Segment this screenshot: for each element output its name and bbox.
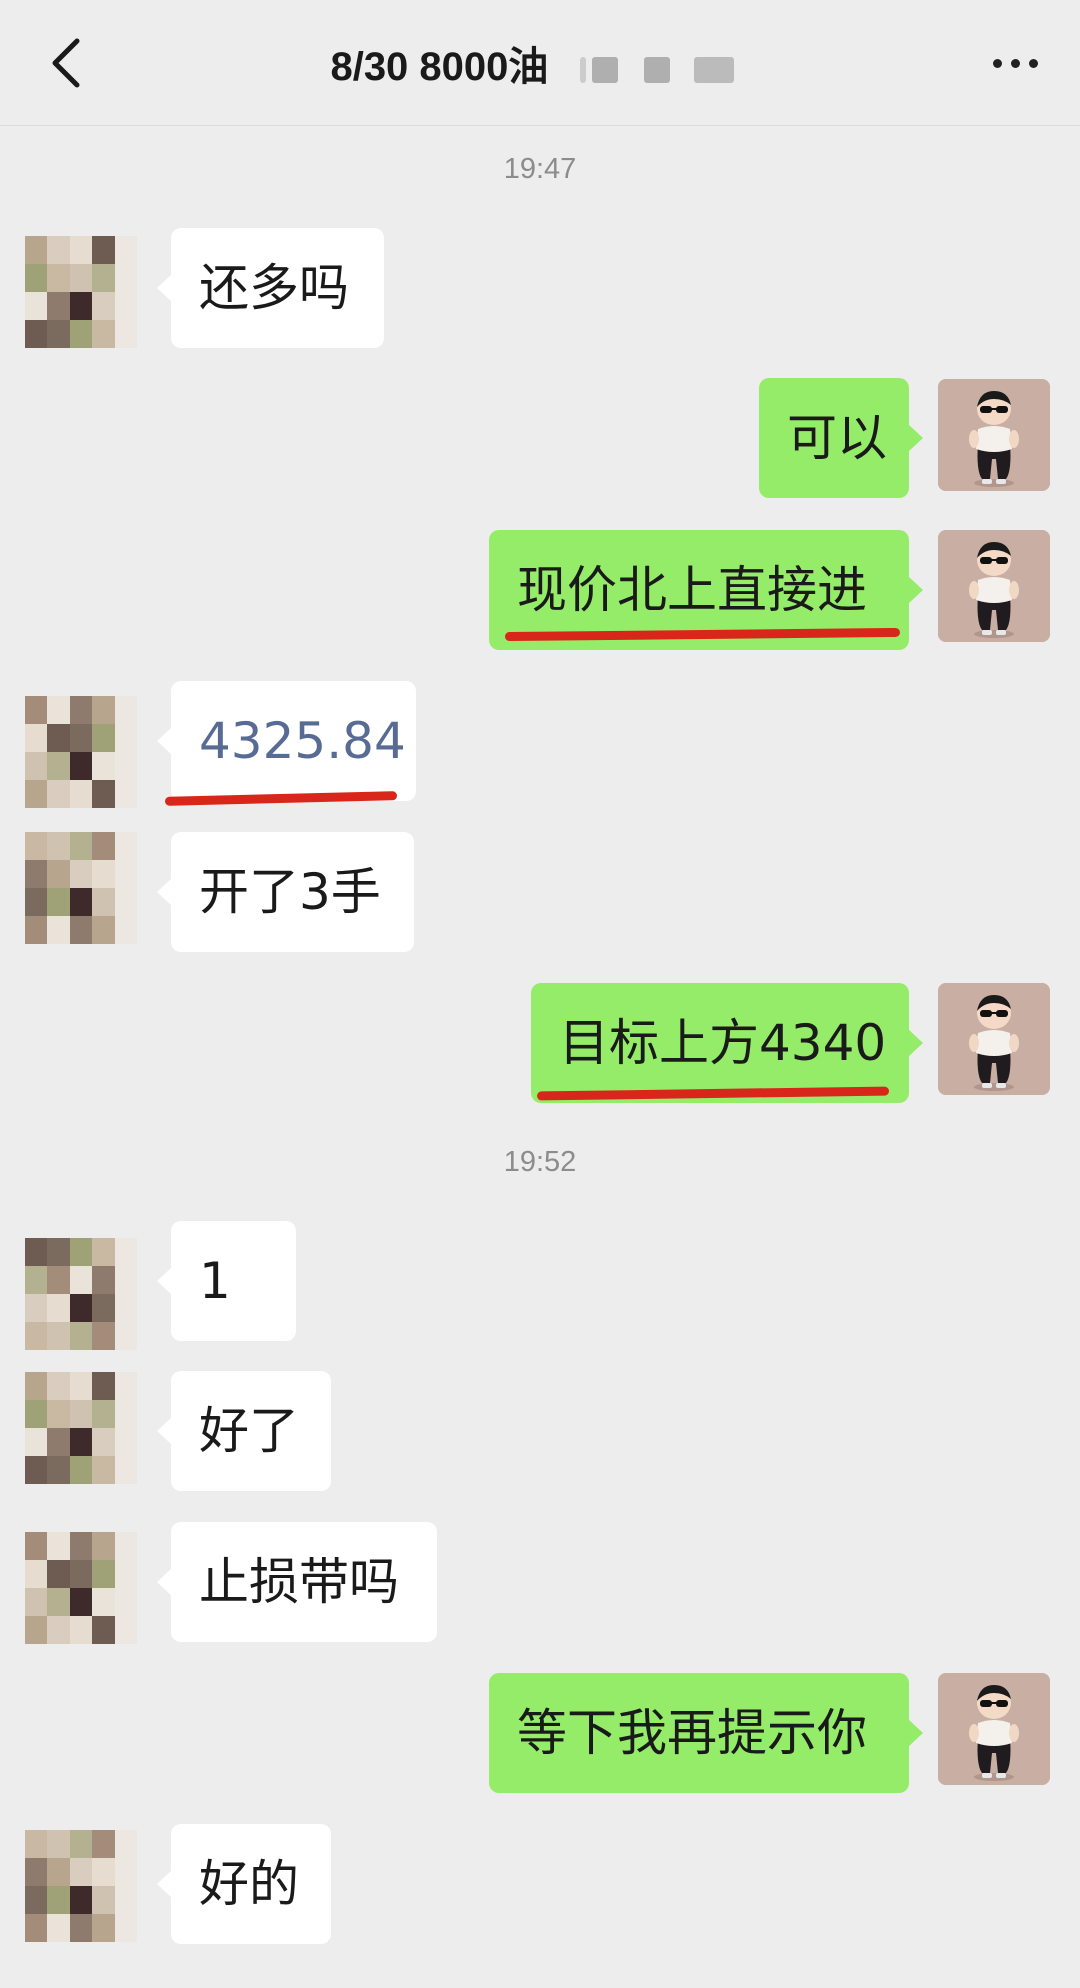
message-text: 开了3手 (199, 863, 381, 921)
message-text: 现价北上直接进 (517, 561, 867, 619)
contact-avatar[interactable] (25, 696, 137, 808)
chat-title-text: 8/30 8000油 (330, 45, 549, 89)
sent-message[interactable]: 目标上方4340 (531, 983, 923, 1103)
message-text: 可以 (787, 409, 887, 467)
cartoon-boy-avatar-icon (938, 983, 1050, 1095)
received-message[interactable]: 4325.84 (157, 681, 416, 801)
cartoon-boy-avatar-icon (938, 530, 1050, 642)
my-avatar[interactable] (938, 983, 1050, 1095)
pixelated-avatar-icon (25, 832, 137, 944)
pixelated-avatar-icon (25, 696, 137, 808)
message-text: 止损带吗 (199, 1553, 399, 1611)
timestamp: 19:52 (503, 1146, 577, 1178)
message-text: 还多吗 (199, 259, 349, 317)
contact-avatar[interactable] (25, 1830, 137, 1942)
received-message[interactable]: 好了 (157, 1371, 331, 1491)
pixelated-avatar-icon (25, 1532, 137, 1644)
sent-message[interactable]: 可以 (759, 378, 923, 498)
message-text: 等下我再提示你 (517, 1704, 867, 1762)
chat-title: 8/30 8000油 (0, 34, 1080, 92)
my-avatar[interactable] (938, 1673, 1050, 1785)
sent-message[interactable]: 等下我再提示你 (489, 1673, 923, 1793)
received-message[interactable]: 开了3手 (157, 832, 414, 952)
cartoon-boy-avatar-icon (938, 1673, 1050, 1785)
received-message[interactable]: 止损带吗 (157, 1522, 437, 1642)
more-button[interactable] (980, 38, 1050, 88)
received-message[interactable]: 还多吗 (157, 228, 384, 348)
contact-avatar[interactable] (25, 832, 137, 944)
message-text[interactable]: 4325.84 (199, 712, 406, 770)
chat-header: 8/30 8000油 (0, 0, 1080, 126)
message-text: 目标上方4340 (559, 1014, 887, 1072)
contact-avatar[interactable] (25, 1238, 137, 1350)
pixelated-avatar-icon (25, 1830, 137, 1942)
message-text: 好了 (199, 1402, 299, 1460)
received-message[interactable]: 好的 (157, 1824, 331, 1944)
pixelated-avatar-icon (25, 1372, 137, 1484)
contact-avatar[interactable] (25, 1532, 137, 1644)
my-avatar[interactable] (938, 379, 1050, 491)
message-text: 1 (199, 1252, 231, 1310)
my-avatar[interactable] (938, 530, 1050, 642)
timestamp: 19:47 (503, 153, 577, 185)
received-message[interactable]: 1 (157, 1221, 296, 1341)
cartoon-boy-avatar-icon (938, 379, 1050, 491)
contact-avatar[interactable] (25, 236, 137, 348)
redacted-name-mask (570, 49, 750, 89)
message-text: 好的 (199, 1855, 299, 1913)
pixelated-avatar-icon (25, 236, 137, 348)
contact-avatar[interactable] (25, 1372, 137, 1484)
pixelated-avatar-icon (25, 1238, 137, 1350)
more-dots-icon (992, 58, 1002, 68)
